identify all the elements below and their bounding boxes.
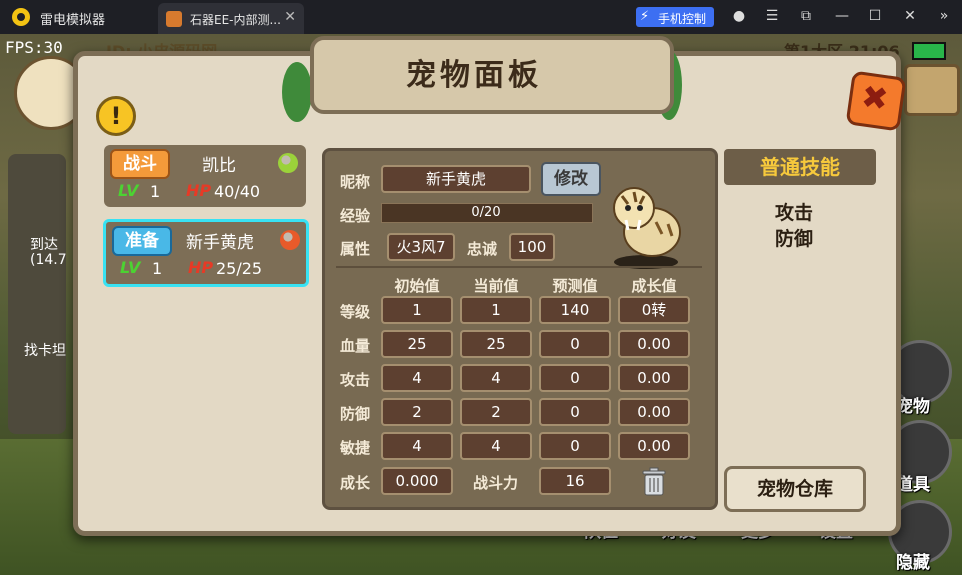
stat-cell: 0 <box>539 432 611 460</box>
fps-counter: FPS:30 <box>5 38 63 57</box>
growth-value: 0.000 <box>381 467 453 495</box>
stat-row-label: 血量 <box>340 337 371 355</box>
level-label: LV <box>118 181 139 200</box>
pet-name: 凯比 <box>202 156 236 176</box>
stat-cell: 0 <box>539 398 611 426</box>
emulator-titlebar: 雷电模拟器 石器EE-内部测... ✕ ⚡ 手机控制 ● ☰ ⧉ — ☐ ✕ » <box>0 0 962 34</box>
col-current: 当前值 <box>473 277 519 295</box>
map-icon[interactable] <box>904 64 960 116</box>
pet-name: 新手黄虎 <box>186 233 254 253</box>
ready-status-button[interactable]: 准备 <box>112 226 172 256</box>
stat-row-label: 防御 <box>340 405 371 423</box>
game-tab[interactable]: 石器EE-内部测... ✕ <box>158 3 304 34</box>
quest-text-1: 到达 <box>30 237 58 253</box>
stat-cell: 0.00 <box>618 364 690 392</box>
stats-divider <box>336 266 702 268</box>
emulator-logo-icon <box>12 8 30 26</box>
hp-value: 25/25 <box>216 259 263 278</box>
battle-status-button[interactable]: 战斗 <box>110 149 170 179</box>
stat-cell: 2 <box>381 398 453 426</box>
trash-icon[interactable] <box>640 467 668 497</box>
level-value: 1 <box>152 259 163 278</box>
stat-cell: 0转 <box>618 296 690 324</box>
power-label: 战斗力 <box>473 474 519 492</box>
nickname-label: 昵称 <box>340 173 371 191</box>
lightning-icon: ⚡ <box>640 9 650 24</box>
stat-cell: 140 <box>539 296 611 324</box>
account-icon[interactable]: ● <box>731 8 747 24</box>
edit-name-button[interactable]: 修改 <box>541 162 601 196</box>
stat-cell: 1 <box>381 296 453 324</box>
pet-card-2[interactable]: 准备 新手黄虎 LV 1 HP 25/25 <box>103 219 309 287</box>
stat-row-label: 等级 <box>340 303 371 321</box>
stat-cell: 4 <box>460 364 532 392</box>
pet-tiger-sprite <box>613 187 681 269</box>
stat-cell: 25 <box>460 330 532 358</box>
element-gem-icon <box>278 153 298 173</box>
exp-text: 0/20 <box>471 205 501 220</box>
loyalty-value: 100 <box>509 233 555 261</box>
stat-cell: 2 <box>460 398 532 426</box>
game-tab-icon <box>166 11 182 27</box>
col-initial: 初始值 <box>394 277 440 295</box>
col-growth: 成长值 <box>631 277 677 295</box>
hp-label: HP <box>188 258 214 277</box>
loyalty-label: 忠诚 <box>467 240 498 258</box>
level-value: 1 <box>150 182 161 201</box>
vine-decoration-icon <box>282 62 312 122</box>
close-window-icon[interactable]: ✕ <box>902 8 918 24</box>
nickname-field: 新手黄虎 <box>381 165 531 193</box>
stat-cell: 0.00 <box>618 330 690 358</box>
emulator-name: 雷电模拟器 <box>40 13 106 28</box>
stat-cell: 25 <box>381 330 453 358</box>
attribute-label: 属性 <box>340 240 371 258</box>
pet-storage-button[interactable]: 宠物仓库 <box>724 466 866 512</box>
panel-title: 宠物面板 <box>406 58 542 93</box>
left-quest-panel[interactable]: 到达 (14.7 找卡坦 <box>8 154 67 434</box>
pet-card-1[interactable]: 战斗 凯比 LV 1 HP 40/40 <box>104 145 306 207</box>
alert-icon[interactable]: ! <box>96 96 136 136</box>
skill-defend[interactable]: 防御 <box>724 224 864 251</box>
attribute-value: 火3风7 <box>387 233 455 261</box>
stat-cell: 0 <box>539 330 611 358</box>
power-value: 16 <box>539 467 611 495</box>
skill-attack[interactable]: 攻击 <box>724 198 864 225</box>
phone-control-label: 手机控制 <box>658 12 707 26</box>
popout-icon[interactable]: ⧉ <box>798 8 814 24</box>
minimize-icon[interactable]: — <box>834 8 850 24</box>
col-predicted: 预测值 <box>552 277 598 295</box>
pet-side-button[interactable]: 宠物 <box>896 392 930 417</box>
battery-icon <box>912 42 946 60</box>
exp-label: 经验 <box>340 207 371 225</box>
hp-label: HP <box>186 181 212 200</box>
phone-control-button[interactable]: ⚡ 手机控制 <box>636 7 714 27</box>
stat-row-label: 攻击 <box>340 371 371 389</box>
stat-cell: 0.00 <box>618 398 690 426</box>
quest-text-2: (14.7 <box>30 252 67 268</box>
stat-cell: 4 <box>381 432 453 460</box>
menu-icon[interactable]: ☰ <box>764 8 780 24</box>
normal-skills-header: 普通技能 <box>724 149 876 185</box>
maximize-icon[interactable]: ☐ <box>867 8 883 24</box>
element-gem-icon <box>280 230 300 250</box>
close-icon: ✖ <box>858 77 891 119</box>
quest-text-3: 找卡坦 <box>24 343 66 359</box>
stat-cell: 4 <box>381 364 453 392</box>
hp-value: 40/40 <box>214 182 261 201</box>
growth-label: 成长 <box>340 474 371 492</box>
stat-cell: 4 <box>460 432 532 460</box>
tab-close-icon[interactable]: ✕ <box>284 9 296 25</box>
item-side-button[interactable]: 道具 <box>896 470 930 495</box>
stat-cell: 0.00 <box>618 432 690 460</box>
close-panel-button[interactable]: ✖ <box>845 70 907 132</box>
level-label: LV <box>120 258 141 277</box>
stat-row-label: 敏捷 <box>340 439 371 457</box>
stat-cell: 0 <box>539 364 611 392</box>
game-tab-title: 石器EE-内部测... <box>190 13 281 27</box>
hide-side-button[interactable]: 隐藏 <box>896 548 930 573</box>
stat-cell: 1 <box>460 296 532 324</box>
sidebar-expand-icon[interactable]: » <box>936 8 952 24</box>
